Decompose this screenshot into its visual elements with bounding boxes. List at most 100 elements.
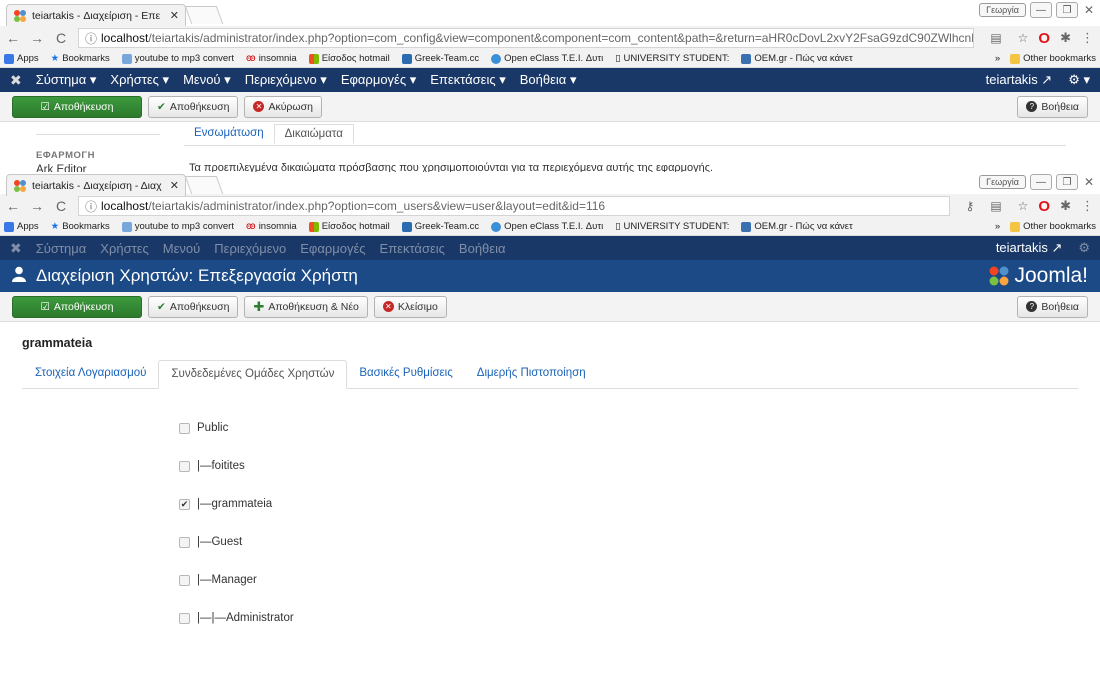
bookmark-apps[interactable]: Apps [4,221,39,232]
bookmark-item[interactable]: Open eClass T.E.I. Δυτι [491,53,603,64]
help-button[interactable]: ? Βοήθεια [1017,295,1088,318]
info-icon[interactable]: ⓘ [85,30,97,47]
opera-extension-icon[interactable]: O [1038,198,1050,215]
menu-users[interactable]: Χρήστες ▾ [110,72,169,88]
browser-tab[interactable]: teiartakis - Διαχείριση - Διαχ ✕ [6,174,186,196]
bookmark-icon: ꙭ [246,53,256,64]
translate-icon[interactable]: ▤ [990,199,1001,213]
maximize-icon[interactable]: ❐ [1055,174,1078,190]
group-checkbox[interactable] [179,574,190,586]
bookmark-item[interactable]: Open eClass T.E.I. Δυτι [491,221,603,232]
menu-content[interactable]: Περιεχόμενο ▾ [245,72,327,88]
bookmark-item[interactable]: Greek-Team.cc [401,221,479,232]
group-checkbox[interactable] [179,612,190,624]
bookmark-item[interactable]: youtube to mp3 convert [121,53,234,64]
star-icon[interactable]: ☆ [1018,199,1029,213]
tab-close-icon[interactable]: ✕ [170,9,179,22]
opera-extension-icon[interactable]: O [1038,30,1050,47]
joomla-logo-icon[interactable]: ✖ [10,72,22,89]
edit-icon: ☑ [40,300,50,313]
forward-icon[interactable]: → [30,198,44,214]
menu-extensions[interactable]: Επεκτάσεις ▾ [430,72,506,88]
titlebar: teiartakis - Διαχείριση - Διαχ ✕ Γεωργία… [0,172,1100,196]
save-button[interactable]: ✔ Αποθήκευση [148,95,239,118]
back-icon[interactable]: ← [6,198,20,214]
bookmark-item[interactable]: ★ Bookmarks [51,53,110,64]
bookmark-item[interactable]: OEM.gr - Πώς να κάνετ [741,221,853,232]
bookmark-item[interactable]: Greek-Team.cc [401,53,479,64]
close-window-icon[interactable]: ✕ [1082,3,1096,17]
user-icon [12,266,26,287]
bookmark-apps[interactable]: Apps [4,53,39,64]
tab-permissions[interactable]: Δικαιώματα [273,124,354,144]
tab-close-icon[interactable]: ✕ [170,179,179,192]
group-checkbox-checked[interactable]: ✔ [179,498,190,510]
group-row: |—foitites [179,447,1078,485]
tab-integration[interactable]: Ενσωμάτωση [184,124,274,144]
save-new-button[interactable]: ✚ Αποθήκευση & Νέο [244,295,368,318]
new-tab-button[interactable] [184,6,224,24]
bookmark-item[interactable]: Είσοδος hotmail [308,53,390,64]
menu-menus[interactable]: Μενού ▾ [183,72,231,88]
settings-icon[interactable]: ⚙ ▾ [1068,72,1090,88]
settings-icon: ⚙ [1078,240,1090,255]
bookmark-icon [401,53,412,64]
save-primary-button[interactable]: ☑ Αποθήκευση [12,295,142,318]
save-primary-button[interactable]: ☑ Αποθήκευση [12,95,142,118]
tab-account-details[interactable]: Στοιχεία Λογαριασμού [22,360,158,388]
help-button[interactable]: ? Βοήθεια [1017,95,1088,118]
group-checkbox[interactable] [179,536,190,548]
other-bookmarks[interactable]: Other bookmarks [1010,53,1096,64]
chrome-menu-icon[interactable]: ⋮ [1081,198,1094,214]
url-input[interactable]: ⓘ localhost/teiartakis/administrator/ind… [78,196,950,216]
url-input[interactable]: ⓘ localhost/teiartakis/administrator/ind… [78,28,975,48]
reload-icon[interactable]: C [54,198,68,214]
save-button[interactable]: ✔ Αποθήκευση [148,295,239,318]
minimize-icon[interactable]: — [1029,2,1052,18]
group-row: |—Manager [179,561,1078,599]
other-bookmarks[interactable]: Other bookmarks [1010,221,1096,232]
info-icon[interactable]: ⓘ [85,198,97,215]
bookmark-icon [741,53,752,64]
forward-icon[interactable]: → [30,30,44,46]
bookmark-item[interactable]: Είσοδος hotmail [308,221,390,232]
tab-assigned-groups[interactable]: Συνδεδεμένες Ομάδες Χρηστών [158,360,348,389]
tab-basic-settings[interactable]: Βασικές Ρυθμίσεις [347,360,464,388]
site-link[interactable]: teiartakis ↗ [996,240,1063,256]
site-link[interactable]: teiartakis ↗ [986,72,1053,88]
cancel-button[interactable]: ✕ Ακύρωση [244,95,322,118]
bookmark-item[interactable]: ꙭ insomnia [246,221,297,232]
chrome-menu-icon[interactable]: ⋮ [1081,30,1094,46]
menu-system[interactable]: Σύστημα ▾ [36,72,97,88]
key-icon[interactable]: ⚷ [966,199,975,213]
reload-icon[interactable]: C [54,30,68,46]
more-bookmarks-button[interactable]: » [995,53,1000,64]
bookmark-item[interactable]: ▯ UNIVERSITY STUDENT: [615,53,729,64]
bookmark-item[interactable]: ★ Bookmarks [51,221,110,232]
extension-icon[interactable]: ✱ [1060,30,1071,46]
close-button[interactable]: ✕ Κλείσιμο [373,295,447,318]
window-user-badge[interactable]: Γεωργία [979,3,1026,17]
star-icon[interactable]: ☆ [1018,31,1029,45]
menu-help[interactable]: Βοήθεια ▾ [520,72,577,88]
group-checkbox[interactable] [179,460,190,472]
maximize-icon[interactable]: ❐ [1055,2,1078,18]
extension-icon[interactable]: ✱ [1060,198,1071,214]
bookmark-icon [308,53,319,64]
back-icon[interactable]: ← [6,30,20,46]
menu-components[interactable]: Εφαρμογές ▾ [341,72,416,88]
group-checkbox[interactable] [179,422,190,434]
window-user-badge[interactable]: Γεωργία [979,175,1026,189]
browser-tab[interactable]: teiartakis - Διαχείριση - Επε ✕ [6,4,186,26]
minimize-icon[interactable]: — [1029,174,1052,190]
close-window-icon[interactable]: ✕ [1082,175,1096,189]
bookmark-item[interactable]: ꙭ insomnia [246,53,297,64]
more-bookmarks-button[interactable]: » [995,221,1000,232]
bookmark-item[interactable]: OEM.gr - Πώς να κάνετ [741,53,853,64]
translate-icon[interactable]: ▤ [990,31,1001,45]
bookmark-item[interactable]: youtube to mp3 convert [121,221,234,232]
tab-two-factor[interactable]: Διμερής Πιστοποίηση [465,360,598,388]
new-tab-button[interactable] [184,176,224,194]
bookmark-icon [491,53,502,64]
bookmark-item[interactable]: ▯ UNIVERSITY STUDENT: [615,221,729,232]
